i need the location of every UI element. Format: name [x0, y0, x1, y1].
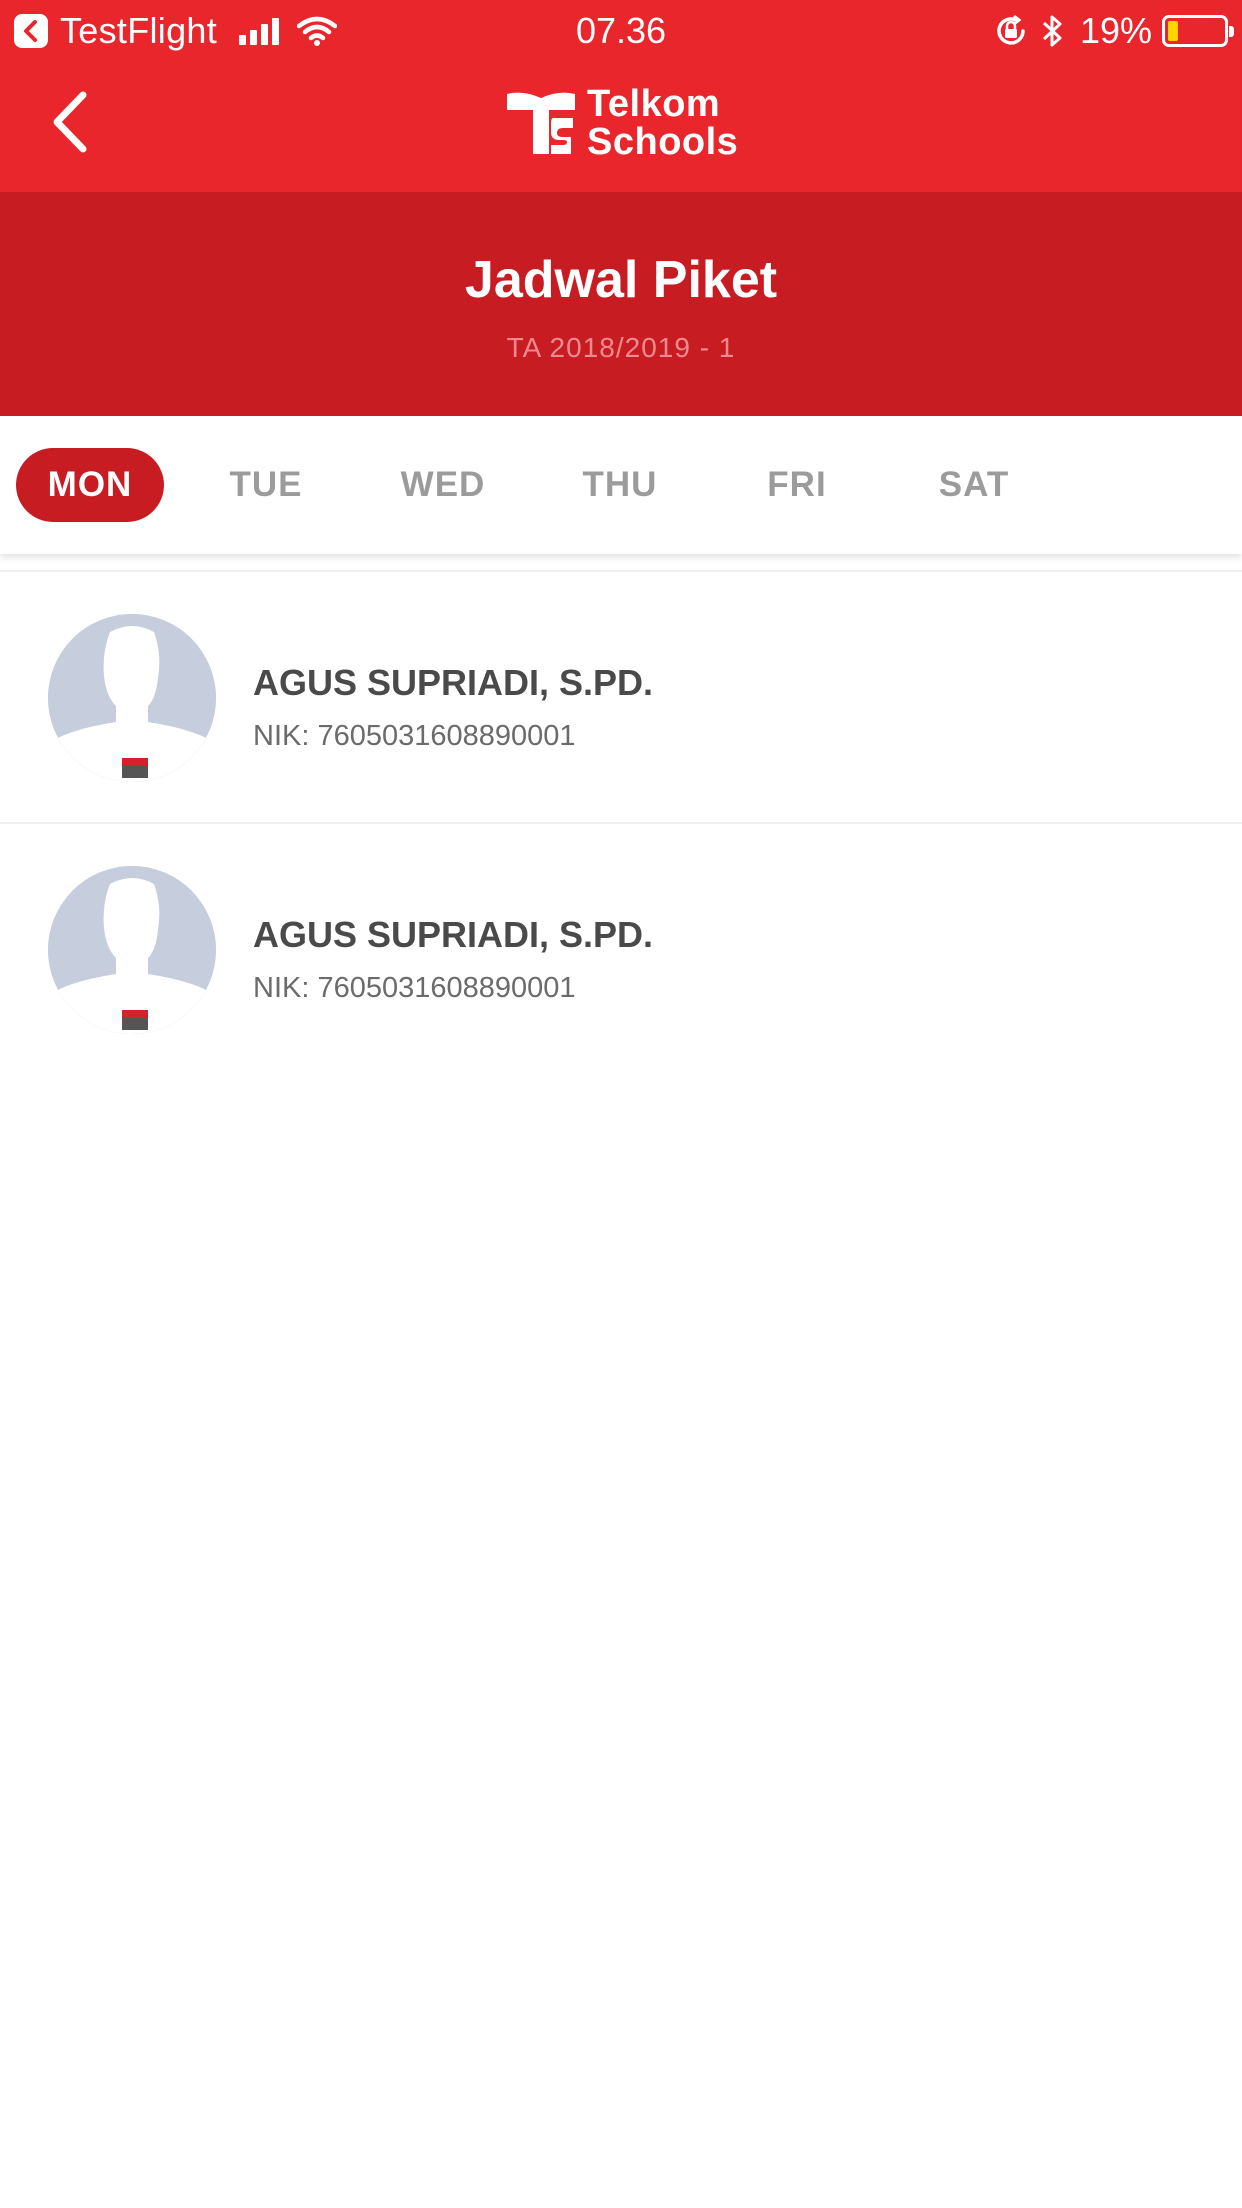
- bluetooth-icon: [1042, 15, 1062, 47]
- logo-line-2: Schools: [587, 121, 739, 163]
- logo-text: Telkom Schools: [587, 85, 738, 161]
- battery-icon: [1162, 15, 1234, 47]
- avatar: [48, 866, 216, 1034]
- battery-percent: 19%: [1079, 10, 1152, 51]
- staff-name: AGUS SUPRIADI, S.PD.: [253, 662, 654, 703]
- status-right: 19%: [994, 10, 1234, 52]
- app-screen: TestFlight 07.36 19% Telkom Schools Jadw…: [0, 0, 1242, 2208]
- battery-level: [1168, 21, 1179, 41]
- page-title: Jadwal Piket: [464, 251, 778, 309]
- tab-thu[interactable]: THU: [560, 448, 680, 522]
- ts-logo-mark: [507, 92, 575, 154]
- person-placeholder-icon: [48, 866, 216, 1034]
- person-placeholder-icon: [48, 614, 216, 782]
- list-item[interactable]: AGUS SUPRIADI, S.PD. NIK: 76050316088900…: [0, 824, 1242, 1076]
- page-header: Jadwal Piket TA 2018/2019 - 1: [0, 192, 1242, 416]
- staff-nik: NIK: 7605031608890001: [253, 972, 576, 1004]
- nav-bar: Telkom Schools: [0, 62, 1242, 192]
- page-subtitle: TA 2018/2019 - 1: [506, 332, 736, 363]
- avatar: [48, 614, 216, 782]
- back-button[interactable]: [34, 84, 104, 160]
- tab-wed[interactable]: WED: [383, 448, 503, 522]
- tab-sat[interactable]: SAT: [914, 448, 1034, 522]
- tab-tue[interactable]: TUE: [206, 448, 326, 522]
- staff-name: AGUS SUPRIADI, S.PD.: [253, 914, 654, 955]
- tab-fri[interactable]: FRI: [737, 448, 857, 522]
- tab-mon[interactable]: MON: [16, 448, 164, 522]
- telkom-schools-logo: Telkom Schools: [505, 80, 738, 166]
- logo-line-1: Telkom: [587, 83, 721, 125]
- chevron-left-icon: [53, 91, 87, 153]
- day-tabs: MON TUE WED THU FRI SAT: [0, 416, 1242, 554]
- staff-nik: NIK: 7605031608890001: [253, 720, 576, 752]
- status-bar: TestFlight 07.36 19%: [0, 0, 1242, 62]
- list-item[interactable]: AGUS SUPRIADI, S.PD. NIK: 76050316088900…: [0, 572, 1242, 824]
- orientation-lock-icon: [997, 14, 1025, 45]
